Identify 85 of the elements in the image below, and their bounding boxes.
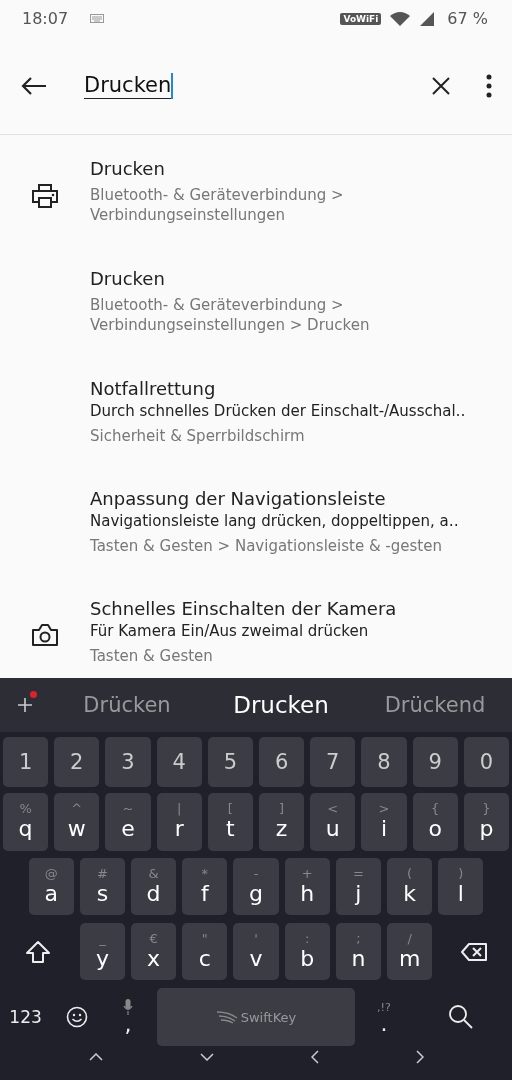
plus-icon[interactable]	[17, 697, 33, 713]
letter-key[interactable]: ' v	[233, 923, 279, 980]
number-key[interactable]: 5	[207, 737, 253, 787]
letter-key[interactable]: [ t	[207, 793, 253, 851]
letter-key[interactable]: € x	[131, 923, 177, 980]
letter-key[interactable]: > i	[361, 793, 407, 851]
number-key[interactable]: 8	[361, 737, 407, 787]
letter-key[interactable]: : b	[284, 923, 330, 980]
more-options-icon[interactable]	[486, 73, 492, 98]
clock: 18:07	[22, 9, 69, 29]
comma-key[interactable]: ,	[105, 988, 151, 1046]
result-path: Bluetooth- & Geräteverbindung > Verbindungseinstellungen	[90, 184, 345, 225]
letter-key[interactable]: & d	[131, 858, 177, 915]
space-bar[interactable]: SwiftKey	[156, 988, 356, 1046]
search-icon[interactable]	[447, 1004, 474, 1030]
number-key[interactable]: 7	[310, 737, 356, 787]
word-suggestion[interactable]: Drücken	[50, 693, 204, 717]
period-key[interactable]: ,!? .	[361, 988, 407, 1046]
search-result[interactable]: Drucken Bluetooth- & Geräteverbindung > Verbindungseinstellungen	[0, 154, 512, 265]
result-summary: Navigationsleiste lang drücken, doppeltippen, a‥	[90, 510, 460, 531]
wifi-icon	[389, 10, 412, 27]
letter-key[interactable]: / m	[387, 923, 433, 980]
chevron-down-icon[interactable]	[199, 1053, 214, 1061]
symbols-key[interactable]: 123	[9, 1007, 42, 1027]
chevron-right-icon[interactable]	[415, 1050, 424, 1064]
search-result[interactable]: Notfallrettung Durch schnelles Drücken der Einschalt-/Ausschal‥ Sicherheit & Sperrbildschirm	[0, 374, 512, 485]
letter-key[interactable]: * f	[182, 858, 228, 915]
search-result[interactable]: Schnelles Einschalten der Kamera Für Kamera Ein/Aus zweimal drücken Tasten & Gesten	[0, 594, 512, 678]
number-key[interactable]: 3	[105, 737, 151, 787]
letter-key[interactable]: ( k	[387, 858, 433, 915]
camera-icon	[31, 622, 59, 647]
result-title: Notfallrettung	[90, 376, 217, 401]
printer-icon	[31, 182, 59, 209]
word-suggestion[interactable]: Drückend	[358, 693, 512, 717]
number-key[interactable]: 0	[463, 737, 509, 787]
close-icon[interactable]	[430, 74, 452, 97]
number-key[interactable]: 1	[3, 737, 49, 787]
letter-key[interactable]: = j	[335, 858, 381, 915]
result-title: Drucken	[90, 266, 166, 291]
shift-icon[interactable]	[25, 939, 52, 964]
letter-key[interactable]: ] z	[259, 793, 305, 851]
letter-key[interactable]: ^ w	[54, 793, 100, 851]
number-key[interactable]: 9	[412, 737, 458, 787]
result-path: Tasten & Gesten > Navigationsleiste & -gesten	[90, 535, 443, 556]
swiftkey-logo-icon	[215, 1010, 238, 1024]
back-arrow-icon[interactable]	[20, 75, 48, 96]
result-path: Bluetooth- & Geräteverbindung > Verbindungseinstellungen > Drucken	[90, 294, 371, 335]
chevron-up-icon[interactable]	[88, 1053, 103, 1061]
letter-key[interactable]: " c	[182, 923, 228, 980]
word-suggestion[interactable]: Drucken	[204, 692, 358, 718]
letter-key[interactable]: _ y	[79, 923, 125, 980]
result-path: Tasten & Gesten	[90, 645, 214, 666]
letter-key[interactable]: { o	[412, 793, 458, 851]
number-key[interactable]: 2	[54, 737, 100, 787]
result-path: Sicherheit & Sperrbildschirm	[90, 425, 306, 446]
backspace-icon[interactable]	[459, 941, 488, 962]
chevron-left-icon[interactable]	[310, 1050, 319, 1064]
letter-key[interactable]: @ a	[28, 858, 74, 915]
notification-dot	[30, 691, 37, 698]
letter-key[interactable]: - g	[233, 858, 279, 915]
microphone-icon	[123, 999, 133, 1015]
wifi-calling-badge: VoWiFi	[340, 12, 382, 25]
result-title: Schnelles Einschalten der Kamera	[90, 596, 398, 621]
result-summary: Durch schnelles Drücken der Einschalt-/Ausschal‥	[90, 400, 467, 421]
letter-key[interactable]: % q	[3, 793, 49, 851]
result-title: Drucken	[90, 156, 166, 181]
number-key[interactable]: 4	[156, 737, 202, 787]
letter-key[interactable]: | r	[156, 793, 202, 851]
letter-key[interactable]: ) l	[438, 858, 484, 915]
result-summary: Für Kamera Ein/Aus zweimal drücken	[90, 620, 370, 641]
letter-key[interactable]: ~ e	[105, 793, 151, 851]
search-result[interactable]: Drucken Bluetooth- & Geräteverbindung > Verbindungseinstellungen > Drucken	[0, 264, 512, 375]
letter-key[interactable]: # s	[79, 858, 125, 915]
letter-key[interactable]: } p	[463, 793, 509, 851]
signal-icon	[419, 10, 436, 27]
letter-key[interactable]: ; n	[335, 923, 381, 980]
search-field[interactable]: Drucken	[84, 70, 410, 101]
result-title: Anpassung der Navigationsleiste	[90, 486, 387, 511]
letter-key[interactable]: + h	[284, 858, 330, 915]
keyboard-icon	[90, 14, 105, 24]
emoji-icon[interactable]	[65, 1006, 88, 1028]
search-result[interactable]: Anpassung der Navigationsleiste Navigationsleiste lang drücken, doppeltippen, a‥ Tasten & Gesten > Navigationsleiste & -gesten	[0, 484, 512, 595]
battery-level: 67 %	[447, 9, 488, 29]
letter-key[interactable]: < u	[310, 793, 356, 851]
number-key[interactable]: 6	[259, 737, 305, 787]
